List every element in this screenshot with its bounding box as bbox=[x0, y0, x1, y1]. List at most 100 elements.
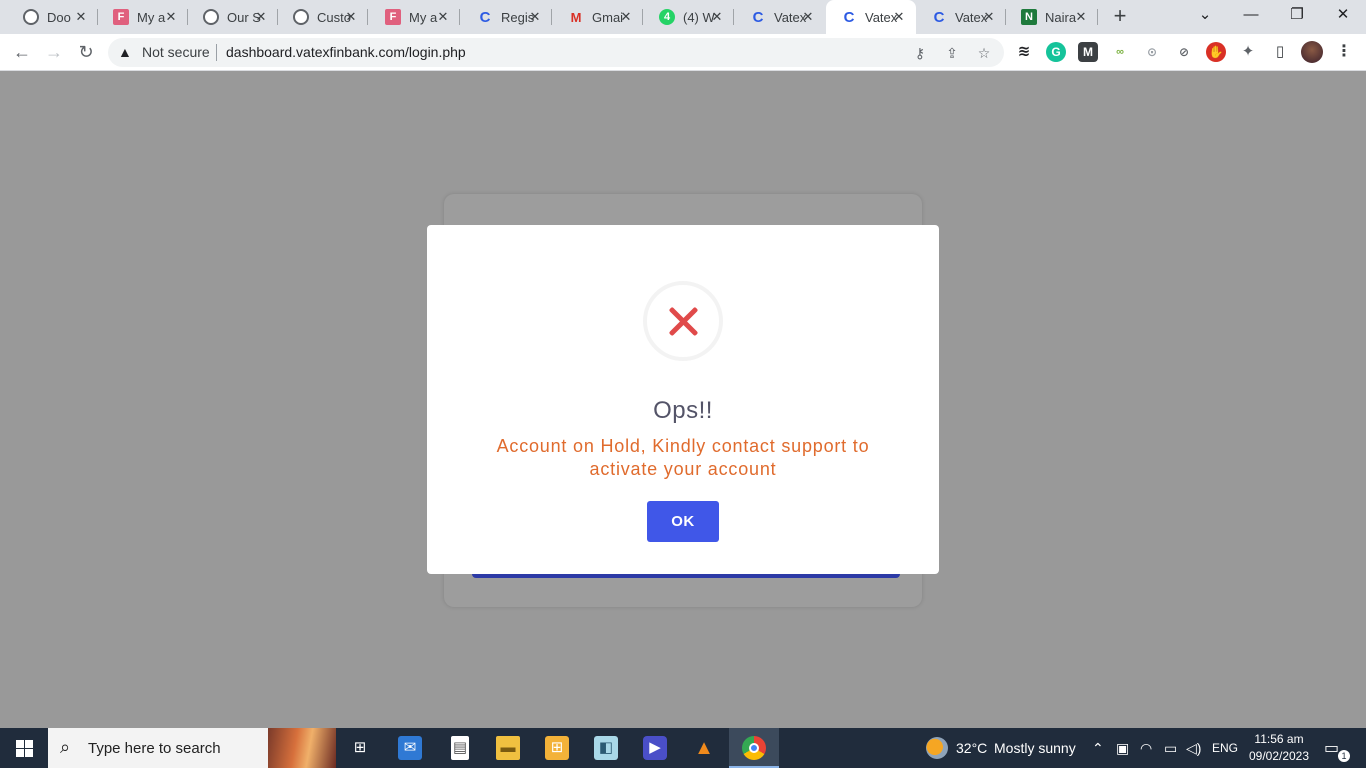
key-icon[interactable]: ⚷ bbox=[910, 43, 930, 63]
volume-icon[interactable]: ◁) bbox=[1186, 740, 1201, 757]
share-icon[interactable]: ⇪ bbox=[942, 43, 962, 63]
chrome-icon[interactable] bbox=[742, 736, 766, 760]
meet-icon[interactable]: ▣ bbox=[1116, 740, 1129, 757]
browser-tab[interactable]: Custo ✕ bbox=[278, 0, 368, 34]
browser-toolbar: ← → ↻ ▲ Not secure dashboard.vatexfinban… bbox=[0, 34, 1366, 71]
tab-separator bbox=[459, 9, 460, 25]
tab-search-button[interactable]: ⌄ bbox=[1182, 0, 1228, 30]
m-extension-icon[interactable]: M bbox=[1078, 42, 1098, 62]
restore-button[interactable]: ❐ bbox=[1274, 0, 1320, 30]
address-bar[interactable]: ▲ Not secure dashboard.vatexfinbank.com/… bbox=[108, 38, 1004, 67]
bookmark-star-icon[interactable]: ☆ bbox=[974, 43, 994, 63]
tab-separator bbox=[551, 9, 552, 25]
security-status[interactable]: Not secure bbox=[142, 44, 210, 60]
weather-temperature[interactable]: 32°C bbox=[956, 740, 987, 756]
weather-description[interactable]: Mostly sunny bbox=[994, 740, 1076, 756]
tab-close-icon[interactable]: ✕ bbox=[1072, 8, 1090, 26]
app-icon[interactable]: ◧ bbox=[594, 736, 618, 760]
globe-icon bbox=[203, 9, 219, 25]
weather-icon[interactable] bbox=[926, 737, 948, 759]
browser-tab[interactable]: Doo ✕ bbox=[8, 0, 98, 34]
mouse-extension-icon[interactable]: ⊙ bbox=[1142, 42, 1162, 62]
windows-taskbar: ⌕ Type here to search ⊞ ✉ ▤ ▬ ⊞ ◧ ▶ ▲ 32… bbox=[0, 728, 1366, 768]
chevron-up-icon[interactable]: ⌃ bbox=[1092, 740, 1104, 757]
tab-close-icon[interactable]: ✕ bbox=[890, 8, 908, 26]
tab-close-icon[interactable]: ✕ bbox=[72, 8, 90, 26]
browser-tab[interactable]: F My a ✕ bbox=[98, 0, 188, 34]
whatsapp-icon: 4 bbox=[659, 9, 675, 25]
browser-tab[interactable]: Our S ✕ bbox=[188, 0, 278, 34]
globe-icon bbox=[23, 9, 39, 25]
file-explorer-icon[interactable]: ▬ bbox=[496, 736, 520, 760]
tab-close-icon[interactable]: ✕ bbox=[526, 8, 544, 26]
blocked-extension-icon[interactable]: ⊘ bbox=[1174, 42, 1194, 62]
tab-close-icon[interactable]: ✕ bbox=[252, 8, 270, 26]
close-window-button[interactable]: ✕ bbox=[1320, 0, 1366, 30]
browser-tab[interactable]: C Regis ✕ bbox=[462, 0, 552, 34]
store-icon[interactable]: ⊞ bbox=[545, 736, 569, 760]
tab-separator bbox=[733, 9, 734, 25]
tab-close-icon[interactable]: ✕ bbox=[708, 8, 726, 26]
language-indicator[interactable]: ENG bbox=[1212, 741, 1238, 755]
vatex-c-icon: C bbox=[752, 8, 764, 26]
url-text[interactable]: dashboard.vatexfinbank.com/login.php bbox=[226, 44, 466, 60]
vatex-c-icon: C bbox=[933, 8, 945, 26]
system-clock[interactable]: 11:56 am 09/02/2023 bbox=[1246, 731, 1312, 765]
warning-triangle-icon[interactable]: ▲ bbox=[118, 44, 132, 60]
vlc-icon[interactable]: ▲ bbox=[692, 736, 716, 760]
f-form-icon: F bbox=[113, 9, 129, 25]
tab-close-icon[interactable]: ✕ bbox=[434, 8, 452, 26]
reload-icon[interactable]: ↻ bbox=[72, 38, 100, 66]
browser-tab[interactable]: C Vatex ✕ bbox=[826, 0, 916, 34]
video-editor-icon[interactable]: ▶ bbox=[643, 736, 667, 760]
vatex-c-icon: C bbox=[479, 8, 491, 26]
forward-arrow-icon[interactable]: → bbox=[40, 38, 68, 66]
puzzle-extensions-icon[interactable]: ✦ bbox=[1238, 42, 1258, 62]
browser-tab[interactable]: F My a ✕ bbox=[370, 0, 460, 34]
adblock-extension-icon[interactable]: ✋ bbox=[1206, 42, 1226, 62]
browser-tab-strip: + ⌄ — ❐ ✕ Doo ✕ F My a ✕ Our S ✕ Custo ✕ F My a ✕ C R… bbox=[0, 0, 1366, 34]
dialog-message: Account on Hold, Kindly contact support … bbox=[496, 436, 870, 479]
windows-start-icon[interactable] bbox=[0, 728, 48, 768]
link-extension-icon[interactable]: ∞ bbox=[1110, 42, 1130, 62]
tab-close-icon[interactable]: ✕ bbox=[980, 8, 998, 26]
tab-close-icon[interactable]: ✕ bbox=[617, 8, 635, 26]
tab-separator bbox=[1097, 9, 1098, 25]
search-placeholder[interactable]: Type here to search bbox=[88, 740, 221, 757]
globe-icon bbox=[293, 9, 309, 25]
back-arrow-icon[interactable]: ← bbox=[8, 38, 36, 66]
taskbar-search[interactable]: ⌕ Type here to search bbox=[48, 728, 336, 768]
dialog-title: Ops!! bbox=[653, 397, 713, 424]
task-view-icon[interactable]: ⊞ bbox=[348, 736, 372, 760]
search-highlight-image bbox=[268, 728, 336, 768]
tab-close-icon[interactable]: ✕ bbox=[342, 8, 360, 26]
browser-tab[interactable]: M Gmai ✕ bbox=[553, 0, 643, 34]
tab-close-icon[interactable]: ✕ bbox=[799, 8, 817, 26]
battery-icon[interactable]: ▭ bbox=[1164, 740, 1177, 757]
browser-tab[interactable]: N Naira ✕ bbox=[1006, 0, 1098, 34]
browser-tab[interactable]: C Vatex ✕ bbox=[916, 0, 1006, 34]
browser-tab[interactable]: 4 (4) W ✕ bbox=[644, 0, 734, 34]
new-tab-button[interactable]: + bbox=[1108, 5, 1132, 29]
notepad-icon[interactable]: ▤ bbox=[451, 736, 469, 760]
error-x-icon bbox=[643, 281, 723, 361]
ok-button[interactable]: OK bbox=[647, 501, 719, 542]
omnibox-divider bbox=[216, 44, 217, 61]
notification-center-icon[interactable]: ▭ bbox=[1324, 738, 1339, 758]
tab-separator bbox=[642, 9, 643, 25]
side-panel-icon[interactable]: ▯ bbox=[1270, 42, 1290, 62]
grammarly-extension-icon[interactable]: G bbox=[1046, 42, 1066, 62]
menu-kebab-icon[interactable]: ⋮ bbox=[1334, 42, 1354, 62]
tab-close-icon[interactable]: ✕ bbox=[162, 8, 180, 26]
gmail-icon: M bbox=[570, 9, 582, 25]
page-overlay: Ops!! Account on Hold, Kindly contact su… bbox=[0, 71, 1366, 728]
clock-time: 11:56 am bbox=[1254, 732, 1304, 746]
wifi-icon[interactable]: ◠ bbox=[1140, 740, 1152, 757]
minimize-button[interactable]: — bbox=[1228, 0, 1274, 30]
layers-extension-icon[interactable]: ≋ bbox=[1014, 42, 1034, 62]
mail-icon[interactable]: ✉ bbox=[398, 736, 422, 760]
tab-separator bbox=[367, 9, 368, 25]
clock-date: 09/02/2023 bbox=[1248, 749, 1310, 763]
browser-tab[interactable]: C Vatex ✕ bbox=[735, 0, 825, 34]
profile-avatar[interactable] bbox=[1301, 41, 1323, 63]
